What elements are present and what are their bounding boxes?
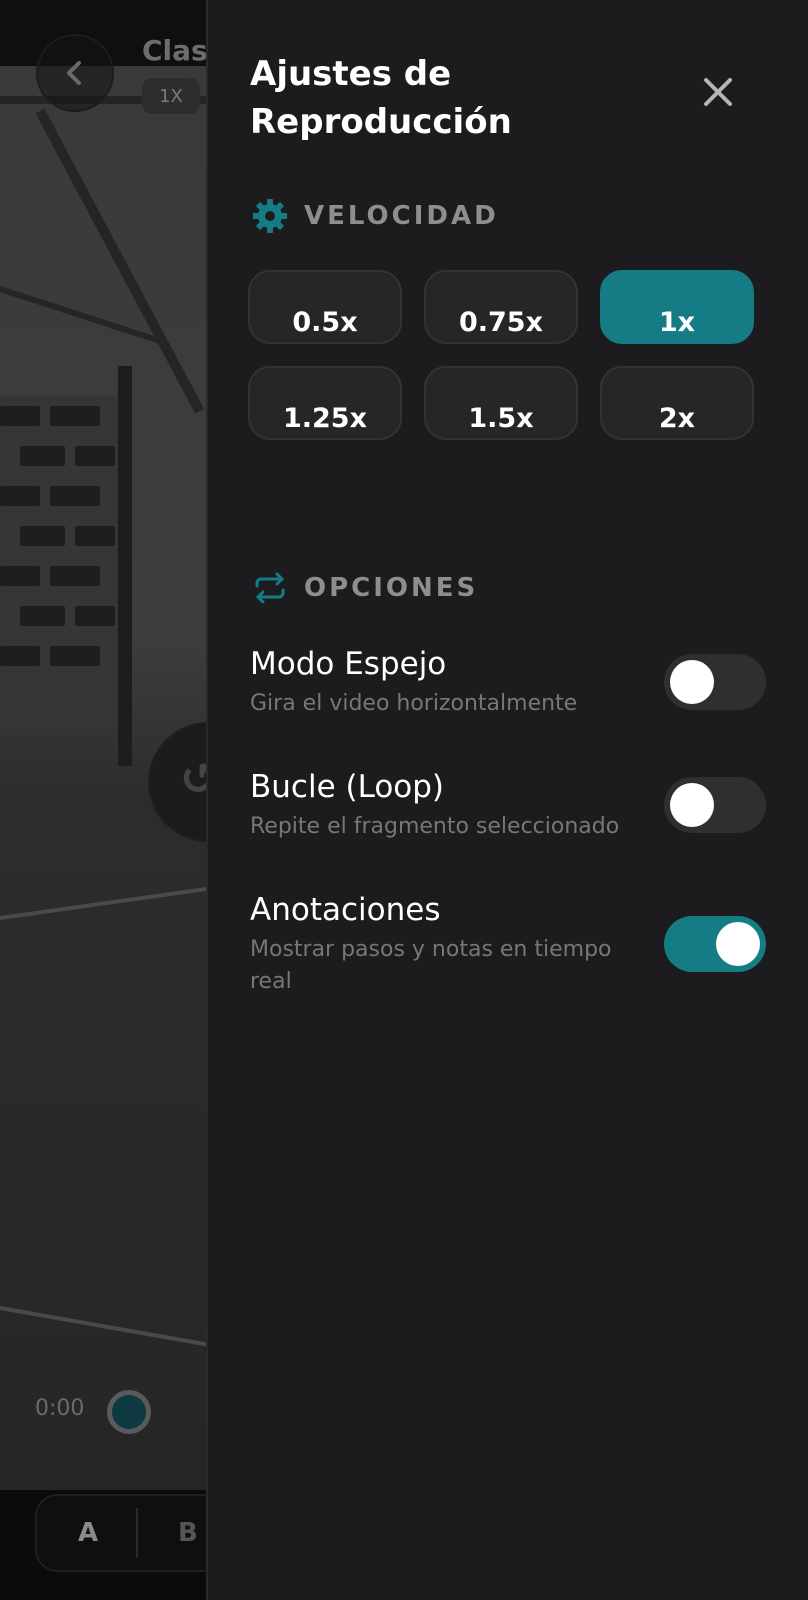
option-description: Repite el fragmento seleccionado [250,814,620,839]
loop-toggle[interactable] [664,777,766,833]
back-button[interactable] [36,34,114,112]
rewind-icon: ↺ [180,754,206,805]
annotations-toggle[interactable] [664,916,766,972]
speed-option-0.75x[interactable]: 0.75x [424,270,578,344]
speed-option-2x[interactable]: 2x [600,366,754,440]
option-description: Mostrar pasos y notas en tiempo real [250,937,612,994]
close-button[interactable] [696,70,740,114]
court-line [0,1306,206,1347]
video-player: Clas 1X ↺ 0:00 A B [0,0,206,1600]
speed-section-header: VELOCIDAD [250,196,499,236]
toggle-knob [670,783,714,827]
options-section-header: OPCIONES [250,568,478,608]
class-title: Clas [142,34,206,67]
options-section-label: OPCIONES [304,573,479,603]
chevron-left-icon [67,61,81,85]
brick-wall [0,396,120,726]
speed-chip[interactable]: 1X [142,78,200,114]
current-time: 0:00 [35,1396,85,1421]
gear-icon [250,196,290,236]
loop-point-a-button[interactable]: A [78,1518,98,1548]
ab-divider [136,1508,138,1558]
toggle-knob [670,660,714,704]
repeat-icon [250,568,290,608]
loop-point-b-button[interactable]: B [178,1518,198,1548]
close-icon [704,78,732,106]
speed-section-label: VELOCIDAD [304,201,499,231]
option-description: Gira el video horizontalmente [250,691,578,716]
pillar [118,366,132,766]
speed-option-1x[interactable]: 1x [600,270,754,344]
speed-option-0.5x[interactable]: 0.5x [248,270,402,344]
toggle-knob [716,922,760,966]
scrubber-handle[interactable] [107,1390,151,1434]
playback-settings-panel: Ajustes de Reproducción VELOCIDAD 0.5x 0… [206,0,808,1600]
speed-option-1.5x[interactable]: 1.5x [424,366,578,440]
court-line [0,886,206,920]
mirror-mode-toggle[interactable] [664,654,766,710]
panel-title: Ajustes de Reproducción [250,54,512,142]
speed-option-1.25x[interactable]: 1.25x [248,366,402,440]
